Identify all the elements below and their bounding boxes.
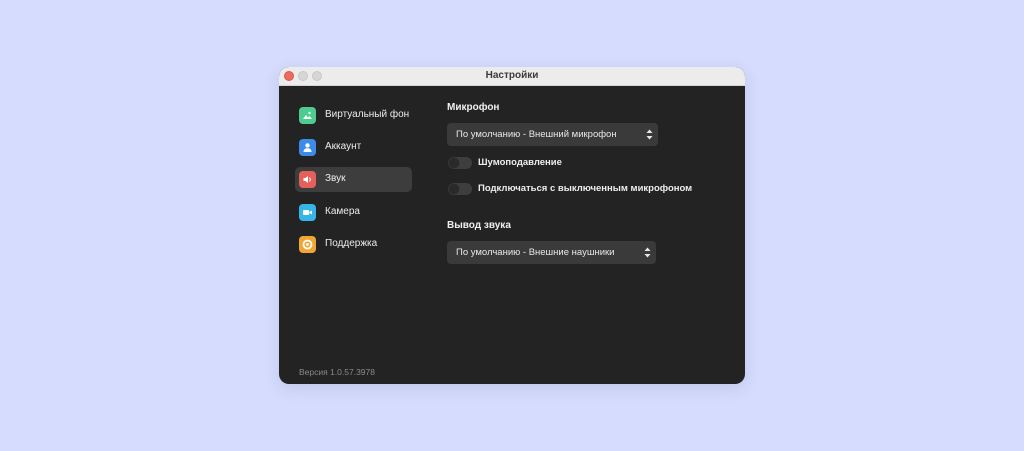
output-section-title: Вывод звука	[447, 220, 511, 231]
sidebar-item-sound[interactable]: Звук	[295, 167, 412, 192]
sidebar-item-label: Аккаунт	[325, 141, 362, 152]
settings-window: Настройки Виртуальный фон Аккаунт Звук К…	[279, 67, 745, 384]
window-title: Настройки	[485, 70, 539, 81]
lifebuoy-icon	[299, 236, 316, 253]
image-icon	[299, 107, 316, 124]
output-select-value: По умолчанию - Внешние наушники	[456, 247, 615, 258]
sidebar-item-label: Звук	[325, 173, 346, 184]
sidebar-item-virtual-background[interactable]: Виртуальный фон	[295, 103, 412, 128]
app-version: Версия 1.0.57.3978	[299, 367, 375, 377]
microphone-select[interactable]: По умолчанию - Внешний микрофон	[447, 123, 658, 146]
microphone-section-title: Микрофон	[447, 102, 500, 113]
toggle-knob	[449, 158, 459, 168]
sidebar-item-label: Виртуальный фон	[325, 109, 410, 120]
microphone-select-value: По умолчанию - Внешний микрофон	[456, 129, 617, 140]
select-arrows-icon	[646, 129, 653, 140]
user-icon	[299, 139, 316, 156]
select-arrows-icon	[644, 247, 651, 258]
sidebar-item-support[interactable]: Поддержка	[295, 232, 412, 257]
sidebar-item-label: Камера	[325, 206, 360, 217]
speaker-icon	[299, 171, 316, 188]
sidebar-item-account[interactable]: Аккаунт	[295, 135, 412, 160]
noise-suppression-label: Шумоподавление	[478, 157, 562, 168]
sidebar-item-camera[interactable]: Камера	[295, 200, 412, 225]
output-select[interactable]: По умолчанию - Внешние наушники	[447, 241, 656, 264]
join-muted-toggle[interactable]	[448, 183, 472, 195]
toggle-knob	[449, 184, 459, 194]
camera-icon	[299, 204, 316, 221]
sidebar-item-label: Поддержка	[325, 238, 378, 249]
join-muted-label: Подключаться с выключенным микрофоном	[478, 183, 693, 194]
title-bar[interactable]: Настройки	[279, 67, 745, 86]
noise-suppression-toggle[interactable]	[448, 157, 472, 169]
